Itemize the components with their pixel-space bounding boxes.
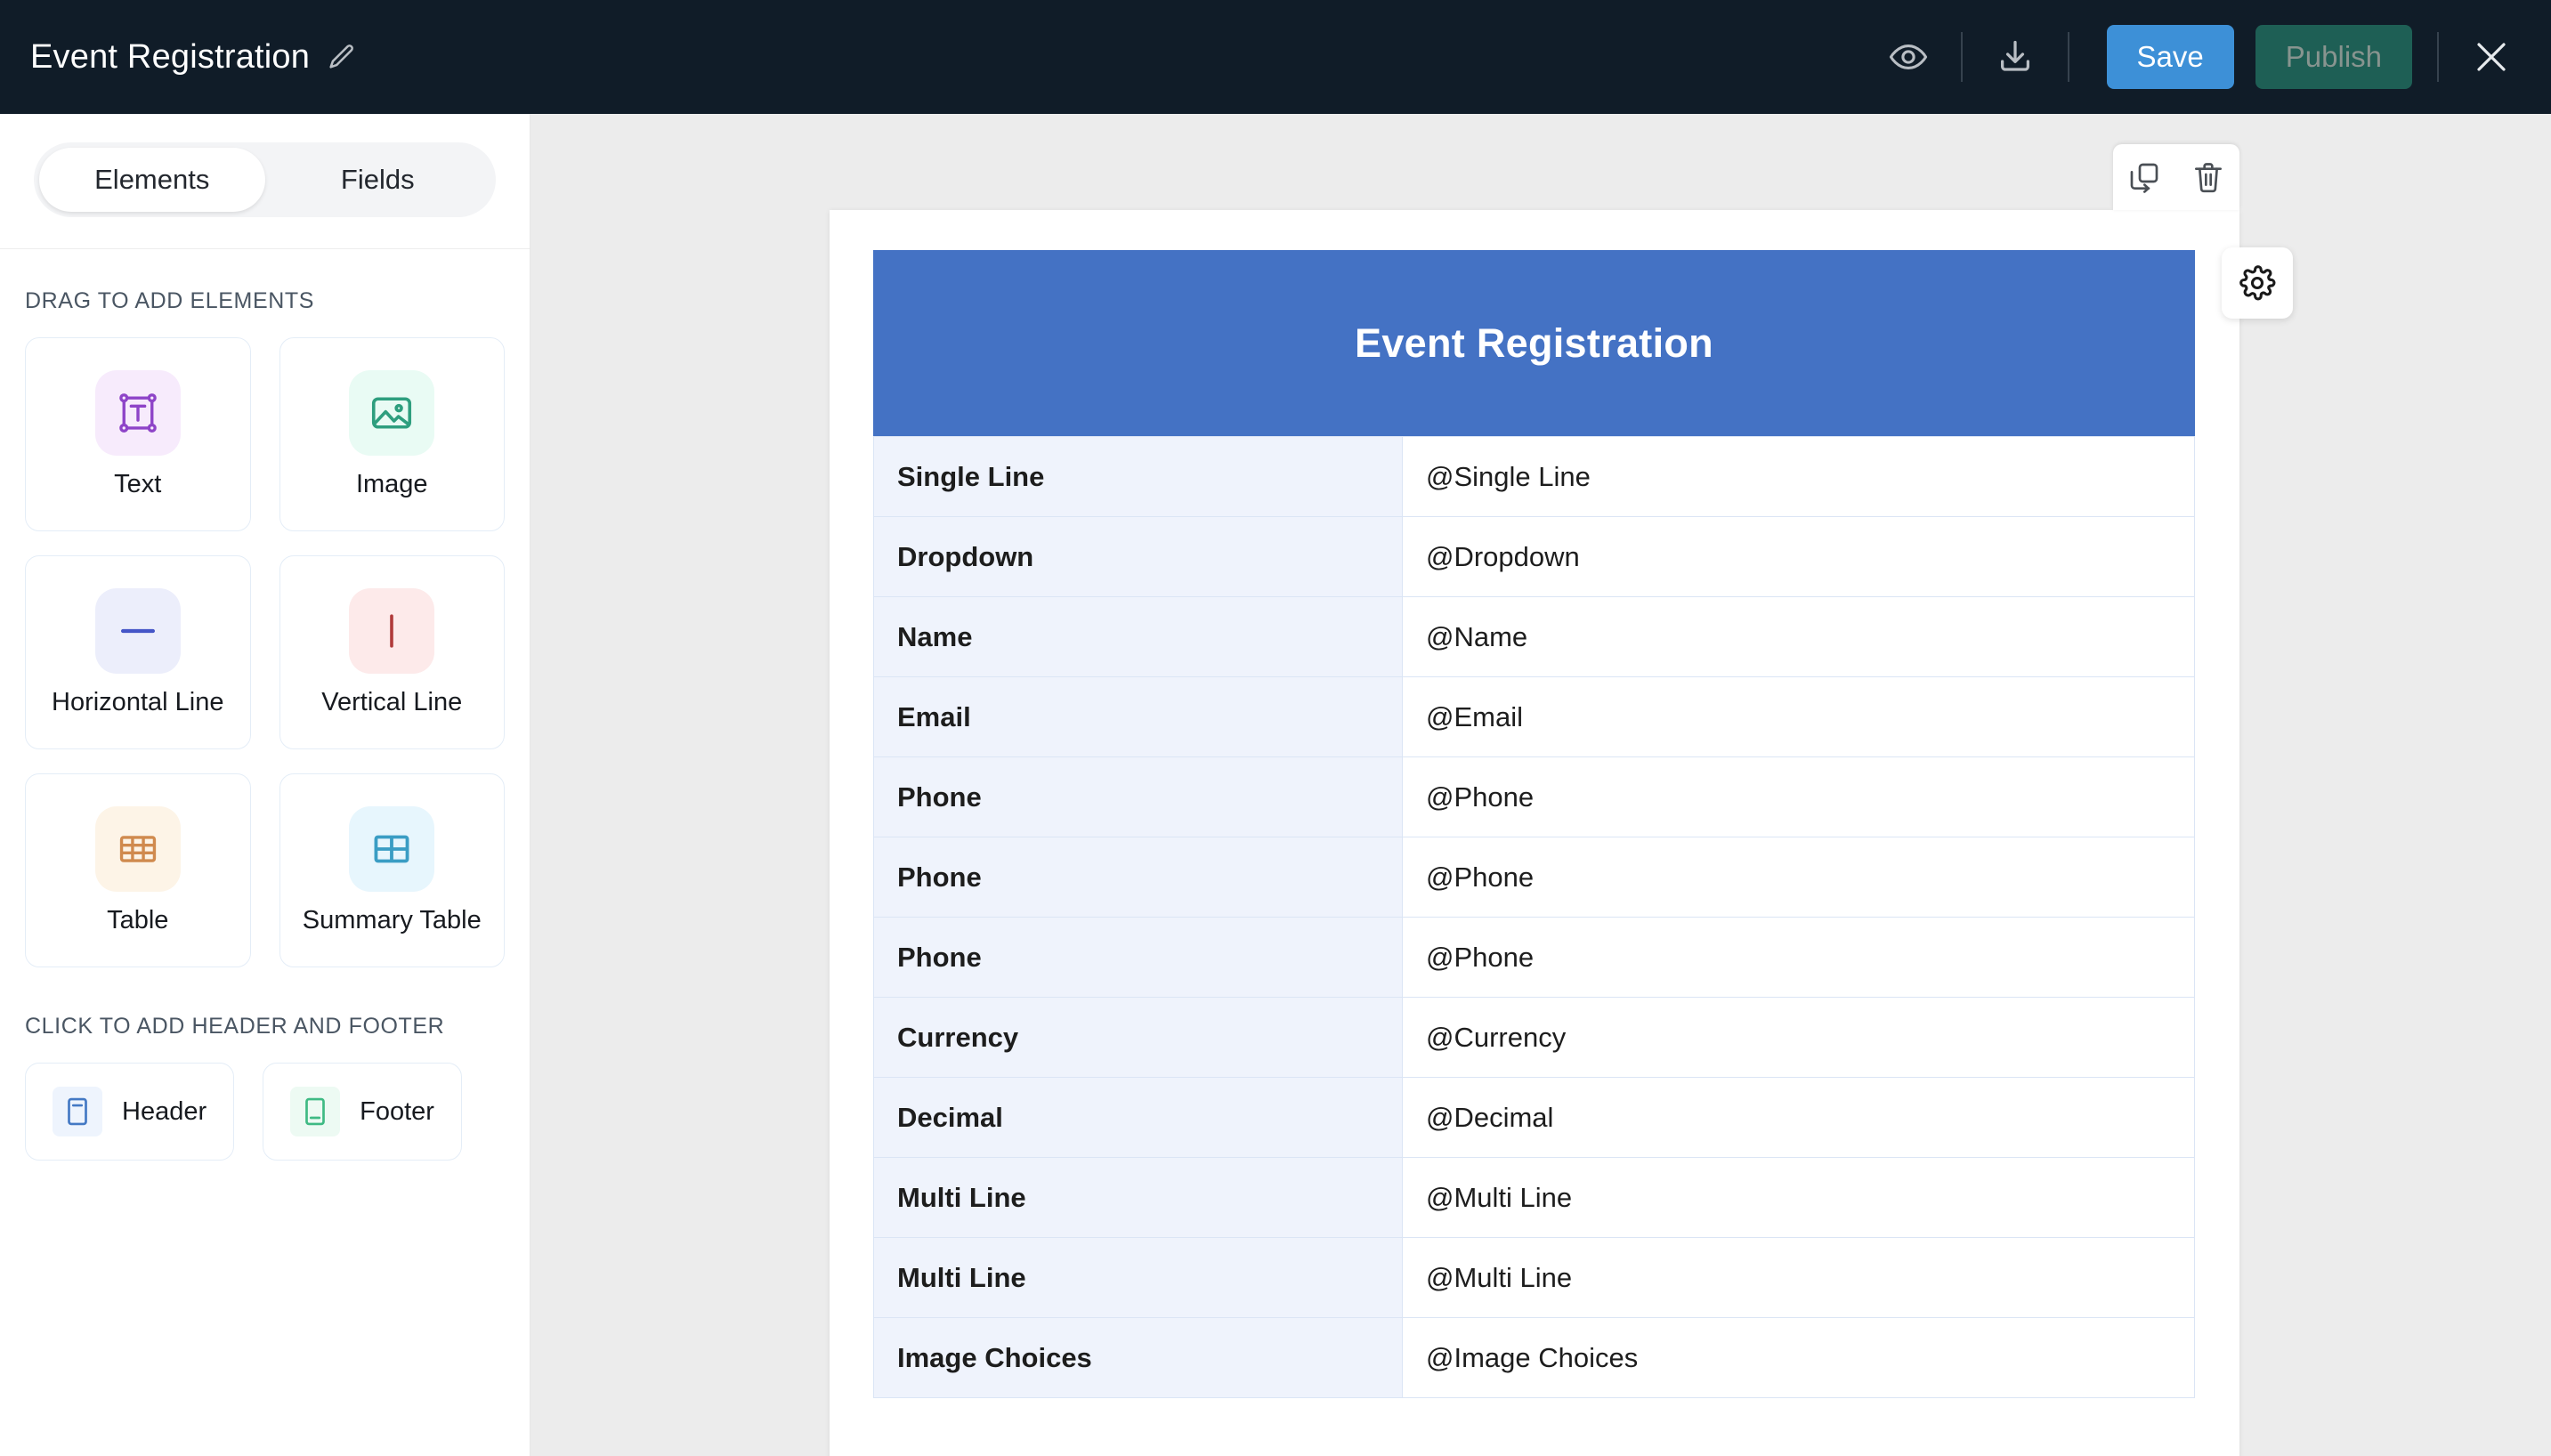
- element-label: Image: [355, 469, 428, 498]
- field-label-cell: Phone: [873, 756, 1403, 837]
- field-label-cell: Dropdown: [873, 516, 1403, 597]
- merge-field-table-body: Single Line @Single Line Dropdown @Dropd…: [873, 436, 2195, 1398]
- table-row[interactable]: Multi Line @Multi Line: [873, 1157, 2195, 1238]
- field-label-cell: Currency: [873, 997, 1403, 1078]
- field-value-cell: @Decimal: [1402, 1077, 2195, 1158]
- table-row[interactable]: Image Choices @Image Choices: [873, 1317, 2195, 1398]
- field-value-cell: @Name: [1402, 596, 2195, 677]
- field-label-cell: Decimal: [873, 1077, 1403, 1158]
- field-label-cell: Email: [873, 676, 1403, 757]
- publish-button[interactable]: Publish: [2255, 25, 2412, 89]
- image-icon: [349, 369, 435, 456]
- page-toolbar: [2113, 144, 2239, 210]
- page-title: Event Registration: [30, 37, 311, 76]
- text-box-icon: [94, 369, 181, 456]
- element-card-vertical-line[interactable]: Vertical Line: [279, 555, 505, 749]
- header-footer-heading: CLICK TO ADD HEADER AND FOOTER: [25, 1014, 445, 1039]
- element-label: Text: [114, 469, 162, 498]
- field-label-cell: Name: [873, 596, 1403, 677]
- field-value-cell: @Multi Line: [1402, 1237, 2195, 1318]
- elements-grid: Text Image Horizontal Line Vertical Line…: [25, 337, 505, 967]
- field-label-cell: Multi Line: [873, 1237, 1403, 1318]
- field-label-cell: Image Choices: [873, 1317, 1403, 1398]
- table-row[interactable]: Phone @Phone: [873, 837, 2195, 918]
- merge-field-table[interactable]: Single Line @Single Line Dropdown @Dropd…: [873, 436, 2195, 1398]
- table-row[interactable]: Name @Name: [873, 596, 2195, 677]
- table-row[interactable]: Dropdown @Dropdown: [873, 516, 2195, 597]
- table-row[interactable]: Phone @Phone: [873, 756, 2195, 837]
- horizontal-line-icon: [94, 587, 181, 674]
- save-button[interactable]: Save: [2106, 25, 2234, 89]
- download-icon: [2000, 40, 2029, 71]
- add-footer-button[interactable]: Footer: [263, 1063, 462, 1161]
- pencil-icon[interactable]: [326, 42, 356, 72]
- element-card-table[interactable]: Table: [25, 773, 251, 967]
- settings-button[interactable]: [2222, 247, 2293, 319]
- trash-icon: [2195, 163, 2222, 193]
- element-label: Horizontal Line: [52, 687, 224, 716]
- app-topbar: Event Registration Save Publish: [0, 0, 2551, 114]
- drag-elements-heading: DRAG TO ADD ELEMENTS: [25, 288, 315, 313]
- field-value-cell: @Email: [1402, 676, 2195, 757]
- close-icon: [2477, 43, 2506, 71]
- table-row[interactable]: Decimal @Decimal: [873, 1077, 2195, 1158]
- gear-icon: [2239, 265, 2276, 301]
- table-row[interactable]: Phone @Phone: [873, 917, 2195, 998]
- element-card-image[interactable]: Image: [279, 337, 505, 531]
- left-sidebar: Elements Fields DRAG TO ADD ELEMENTS Tex…: [0, 114, 530, 1456]
- header-label: Header: [122, 1096, 207, 1126]
- sidebar-divider: [0, 248, 530, 249]
- document-canvas[interactable]: Event Registration Single Line @Single L…: [530, 114, 2551, 1456]
- vertical-line-icon: [349, 587, 435, 674]
- document-banner-title: Event Registration: [1355, 320, 1713, 366]
- header-page-icon: [53, 1087, 102, 1136]
- footer-page-icon: [290, 1087, 341, 1136]
- table-row[interactable]: Single Line @Single Line: [873, 436, 2195, 517]
- field-label-cell: Single Line: [873, 436, 1403, 517]
- field-value-cell: @Phone: [1402, 917, 2195, 998]
- field-label-cell: Phone: [873, 917, 1403, 998]
- field-value-cell: @Dropdown: [1402, 516, 2195, 597]
- add-header-button[interactable]: Header: [25, 1063, 235, 1161]
- table-row[interactable]: Multi Line @Multi Line: [873, 1237, 2195, 1318]
- sidebar-tabs: Elements Fields: [34, 142, 496, 217]
- topbar-divider-2: [2067, 32, 2069, 82]
- field-label-cell: Multi Line: [873, 1157, 1403, 1238]
- field-value-cell: @Currency: [1402, 997, 2195, 1078]
- topbar-divider-1: [1960, 32, 1963, 82]
- delete-button[interactable]: [2187, 156, 2230, 198]
- element-label: Table: [107, 905, 169, 934]
- document-page[interactable]: Event Registration Single Line @Single L…: [830, 210, 2239, 1456]
- duplicate-icon: [2130, 163, 2158, 193]
- close-button[interactable]: [2464, 29, 2519, 85]
- preview-button[interactable]: [1881, 29, 1936, 85]
- summary-table-icon: [349, 805, 435, 892]
- header-footer-group: Header Footer: [25, 1063, 505, 1161]
- field-value-cell: @Single Line: [1402, 436, 2195, 517]
- topbar-actions: Save Publish: [1881, 25, 2519, 89]
- download-button[interactable]: [1988, 29, 2043, 85]
- element-card-horizontal-line[interactable]: Horizontal Line: [25, 555, 251, 749]
- footer-label: Footer: [360, 1096, 434, 1126]
- table-icon: [94, 805, 181, 892]
- duplicate-button[interactable]: [2123, 156, 2166, 198]
- topbar-divider-3: [2437, 32, 2439, 82]
- tab-elements[interactable]: Elements: [39, 148, 265, 212]
- table-row[interactable]: Currency @Currency: [873, 997, 2195, 1078]
- eye-icon: [1889, 44, 1927, 69]
- topbar-title-group: Event Registration: [30, 38, 356, 77]
- table-row[interactable]: Email @Email: [873, 676, 2195, 757]
- field-label-cell: Phone: [873, 837, 1403, 918]
- element-card-summary-table[interactable]: Summary Table: [279, 773, 505, 967]
- field-value-cell: @Phone: [1402, 837, 2195, 918]
- element-label: Summary Table: [302, 905, 482, 934]
- field-value-cell: @Phone: [1402, 756, 2195, 837]
- document-banner[interactable]: Event Registration: [873, 250, 2195, 436]
- field-value-cell: @Multi Line: [1402, 1157, 2195, 1238]
- element-card-text[interactable]: Text: [25, 337, 251, 531]
- field-value-cell: @Image Choices: [1402, 1317, 2195, 1398]
- element-label: Vertical Line: [321, 687, 463, 716]
- tab-fields[interactable]: Fields: [265, 148, 491, 212]
